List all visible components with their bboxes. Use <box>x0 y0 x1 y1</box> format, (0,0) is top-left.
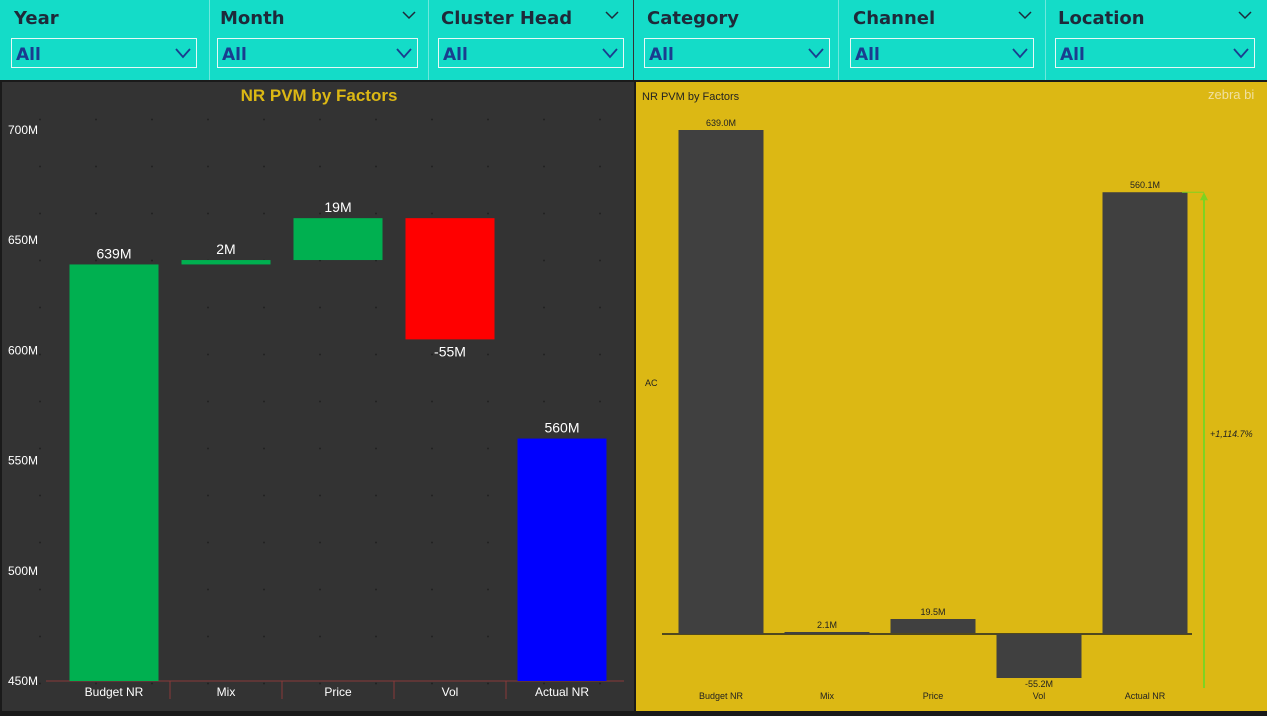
x-tick-label: Vol <box>442 685 459 699</box>
left-chart-panel: NR PVM by Factors 450M 500M 550M 600M 650M 700… <box>2 82 634 711</box>
data-label: 19M <box>324 199 351 215</box>
slicer-channel: Channel All <box>850 0 1034 80</box>
x-tick-label: Mix <box>217 685 236 699</box>
data-label: 639M <box>96 245 131 261</box>
bar-price <box>293 218 383 261</box>
y-tick-label: 700M <box>8 123 38 137</box>
filter-separator <box>1045 0 1046 80</box>
zebra-logo: zebra bi <box>1208 87 1254 102</box>
slicer-label: Year <box>14 8 59 29</box>
chart-title: NR PVM by Factors <box>241 86 398 105</box>
side-label: AC <box>645 378 658 388</box>
chevron-down-icon[interactable] <box>1018 8 1032 22</box>
filter-separator <box>209 0 210 80</box>
y-tick-label: 600M <box>8 343 38 357</box>
bar-mix <box>784 632 870 634</box>
bar-budget-nr <box>69 264 159 681</box>
bar-budget-nr <box>678 130 764 634</box>
x-tick-label: Price <box>923 691 944 701</box>
left-waterfall-chart: NR PVM by Factors 450M 500M 550M 600M 650M 700… <box>8 86 624 699</box>
data-label: -55M <box>434 343 466 359</box>
chevron-down-icon <box>808 48 824 59</box>
slicer-location: Location All <box>1055 0 1255 80</box>
x-tick-label: Price <box>324 685 352 699</box>
data-label: 639.0M <box>706 118 736 128</box>
x-tick-label: Vol <box>1033 691 1046 701</box>
chevron-down-icon[interactable] <box>402 8 416 22</box>
x-tick-label: Budget NR <box>85 685 144 699</box>
data-label: 560M <box>544 420 579 436</box>
bar-vol <box>996 634 1082 678</box>
slicer-dropdown[interactable]: All <box>217 38 418 68</box>
slicer-dropdown[interactable]: All <box>644 38 830 68</box>
chevron-down-icon <box>1233 48 1249 59</box>
slicer-label: Category <box>647 8 740 29</box>
slicer-category: Category All <box>644 0 830 80</box>
data-label: 19.5M <box>920 607 945 617</box>
slicer-dropdown[interactable]: All <box>850 38 1034 68</box>
slicer-label: Cluster Head <box>441 8 573 29</box>
bar-price <box>890 619 976 633</box>
filter-separator <box>838 0 839 80</box>
slicer-label: Month <box>220 8 285 29</box>
y-tick-label: 550M <box>8 454 38 468</box>
y-tick-label: 500M <box>8 564 38 578</box>
slicer-value: All <box>649 45 674 65</box>
bar-actual-nr <box>517 438 607 681</box>
chevron-down-icon <box>602 48 618 59</box>
chevron-down-icon[interactable] <box>1238 8 1252 22</box>
slicer-month: Month All <box>217 0 418 80</box>
filter-separator <box>633 0 634 80</box>
right-chart-panel: NR PVM by Factors zebra bi AC 639.0M Budget … <box>636 82 1267 711</box>
data-label: -55.2M <box>1025 679 1053 689</box>
slicer-value: All <box>222 45 247 65</box>
chevron-down-icon <box>396 48 412 59</box>
x-tick-label: Actual NR <box>535 685 589 699</box>
y-tick-label: 650M <box>8 233 38 247</box>
arrow-head-icon <box>1200 192 1208 201</box>
slicer-value: All <box>1060 45 1085 65</box>
slicer-value: All <box>443 45 468 65</box>
slicer-dropdown[interactable]: All <box>1055 38 1255 68</box>
y-tick-label: 450M <box>8 674 38 688</box>
chevron-down-icon <box>1012 48 1028 59</box>
slicer-value: All <box>16 45 41 65</box>
slicer-year: Year All <box>11 0 197 80</box>
slicer-dropdown[interactable]: All <box>11 38 197 68</box>
bar-actual-nr <box>1102 192 1188 634</box>
slicer-label: Channel <box>853 8 936 29</box>
data-label: 2.1M <box>817 620 837 630</box>
slicer-value: All <box>855 45 880 65</box>
slicer-dropdown[interactable]: All <box>438 38 624 68</box>
filter-separator <box>428 0 429 80</box>
x-tick-label: Actual NR <box>1125 691 1166 701</box>
chevron-down-icon <box>175 48 191 59</box>
x-tick-label: Budget NR <box>699 691 744 701</box>
slicer-label: Location <box>1058 8 1145 29</box>
bar-vol <box>405 218 495 340</box>
chart-title: NR PVM by Factors <box>642 91 740 103</box>
bar-mix <box>181 260 271 265</box>
slicer-cluster-head: Cluster Head All <box>438 0 624 80</box>
x-tick-label: Mix <box>820 691 834 701</box>
variance-label: +1,114.7% <box>1210 429 1253 439</box>
filter-bar: Year All Month All Cluster Head All Category Al… <box>0 0 1267 80</box>
data-label: 2M <box>216 241 235 257</box>
right-waterfall-chart: NR PVM by Factors zebra bi AC 639.0M Budget … <box>642 87 1254 701</box>
chevron-down-icon[interactable] <box>605 8 619 22</box>
data-label: 560.1M <box>1130 180 1160 190</box>
